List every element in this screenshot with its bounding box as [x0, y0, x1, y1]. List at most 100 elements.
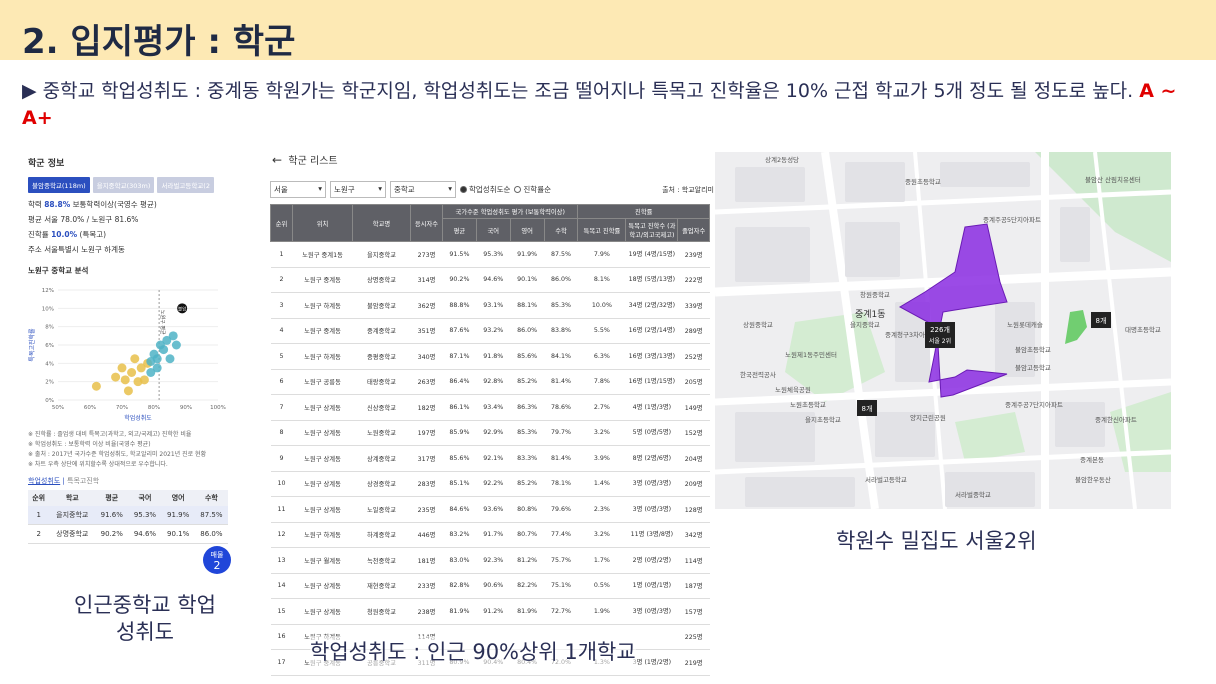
place-label: 노원롯데캐슬	[1007, 320, 1043, 329]
source-label: 출처 : 학교알리미	[662, 185, 714, 194]
academy-map[interactable]: 불암산 산림치유센터 상계2동성당 중계주공5단지아파트 중계청구3차아파트 중…	[715, 152, 1171, 509]
table-row[interactable]: 1 노원구 중계1동 을지중학교 273명 91.5% 95.3% 91.9% 87.5% 7.…	[270, 241, 710, 268]
table-cell: 79.7%	[544, 420, 578, 446]
table-row[interactable]: 2 상명중학교 90.2% 94.6% 90.1% 86.0%	[28, 524, 228, 544]
data-point	[120, 375, 130, 385]
table-cell: 88.8%	[442, 292, 477, 319]
col-header: 평균	[95, 490, 129, 506]
table-row[interactable]: 7 노원구 상계동 신상중학교 182명 86.1% 93.4% 86.3% 78.6% 2.7…	[270, 394, 710, 421]
col-header: 특목고 진학수 (과학고/외고국제고)	[625, 218, 679, 242]
table-cell: 78.1%	[544, 471, 578, 497]
cell: 91.9%	[161, 506, 195, 525]
radio-achievement[interactable]: 학업성취도순	[460, 184, 510, 195]
table-cell: 289명	[677, 318, 710, 344]
table-row[interactable]: 6 노원구 공릉동 태랑중학교 263명 86.4% 92.8% 85.2% 81.4% 7.8…	[270, 369, 710, 395]
table-cell: 204명	[677, 445, 710, 472]
stat-row: 평균 서울 78.0% / 노원구 81.6%	[28, 214, 243, 225]
marker-226[interactable]: 226개 서울 2위	[925, 322, 955, 348]
school-tabs: 불암중학교(118m) 을지중학교(303m) 서라벌고등학교(2	[28, 177, 243, 193]
table-cell: 노일중학교	[352, 496, 411, 523]
school-type-select[interactable]: 중학교 ▾	[390, 181, 456, 198]
academy-area-small[interactable]	[1065, 310, 1087, 344]
filters: 서울 ▾ 노원구 ▾ 중학교 ▾ 학업성취도순 진학률순 출처 : 학교알리미	[270, 181, 714, 198]
note: ※ 학업성취도 : 보통학력 이상 비율(국영수 평균)	[28, 441, 151, 448]
school-table: 순위 위치 학교명 응시자수 국가수준 학업성취도 평가 (보통학력이상) 진학…	[270, 204, 710, 676]
tab-achievement[interactable]: 학업성취도	[28, 477, 60, 485]
table-cell: 하계중학교	[352, 522, 411, 548]
place-label: 중계주공5단지아파트	[983, 215, 1041, 224]
table-row[interactable]: 5 노원구 하계동 중평중학교 340명 87.1% 91.8% 85.6% 84.1% 6.3…	[270, 343, 710, 370]
table-cell: 91.5%	[442, 241, 477, 268]
table-row[interactable]: 12 노원구 하계동 하계중학교 446명 83.2% 91.7% 80.7% 77.4% 3.…	[270, 522, 710, 548]
cell: 86.0%	[194, 524, 228, 544]
park-area	[955, 412, 1025, 462]
x-axis-label: 학업성취도	[124, 414, 152, 422]
mini-table-header: 순위 학교 평균 국어 영어 수학	[28, 490, 228, 506]
table-row[interactable]: 13 노원구 월계동 녹천중학교 181명 83.0% 92.3% 81.2% 75.7% 1.…	[270, 547, 710, 574]
table-cell: 11명 (3명/8명)	[625, 522, 678, 548]
stat-detail: (특목고)	[79, 230, 107, 239]
table-row[interactable]: 4 노원구 중계동 중계중학교 351명 87.6% 93.2% 86.0% 83.8% 5.5…	[270, 318, 710, 344]
table-row[interactable]: 14 노원구 상계동 재현중학교 233명 82.8% 90.6% 82.2% 75.1% 0.…	[270, 573, 710, 599]
table-cell: 1.7%	[577, 547, 626, 574]
col-header: 국어	[128, 490, 162, 506]
stat-detail: 서울특별시 노원구 하계동	[44, 245, 125, 254]
table-cell: 노원구 상계동	[292, 445, 353, 472]
marker-8-east[interactable]: 8개	[1091, 312, 1111, 328]
table-cell: 351명	[410, 318, 443, 344]
badge-count: 2	[213, 559, 221, 572]
table-row[interactable]: 11 노원구 상계동 노일중학교 235명 84.6% 93.6% 80.8% 79.6% 2.…	[270, 496, 710, 523]
scatter-chart: 0% 2% 4% 6% 8% 10% 12% 50% 60% 70% 80% 90% 100% 노원구 평…	[28, 284, 228, 424]
table-row[interactable]: 15 노원구 상계동 청원중학교 238명 81.9% 91.2% 81.9% 72.7% 1.…	[270, 598, 710, 625]
table-cell: 222명	[677, 267, 710, 293]
col-header: 위치	[292, 204, 353, 242]
stat-detail: 보통학력이상(국영수 평균)	[72, 200, 157, 209]
table-row[interactable]: 8 노원구 상계동 노원중학교 197명 85.9% 92.9% 85.3% 79.7% 3.2…	[270, 420, 710, 446]
x-tick-label: 100%	[210, 405, 226, 411]
data-point	[152, 363, 162, 373]
radio-label: 학업성취도순	[469, 185, 511, 194]
marker-8-south[interactable]: 8개	[857, 400, 877, 416]
back-arrow-icon[interactable]: ←	[272, 153, 282, 167]
col-header: 평균	[442, 218, 477, 242]
table-cell: 239명	[677, 241, 710, 268]
table-row[interactable]: 9 노원구 상계동 상계중학교 317명 85.6% 92.1% 83.3% 81.4% 3.9…	[270, 445, 710, 472]
table-row[interactable]: 10 노원구 상계동 상경중학교 283명 85.1% 92.2% 85.2% 78.1% 1.…	[270, 471, 710, 497]
y-tick-label: 0%	[45, 398, 54, 404]
table-cell: 7.8%	[577, 369, 626, 395]
table-cell: 187명	[677, 573, 710, 599]
table-cell: 92.1%	[476, 445, 511, 472]
table-cell: 86.1%	[442, 394, 477, 421]
school-list-panel: ← 학군 리스트 서울 ▾ 노원구 ▾ 중학교 ▾ 학업성취도순 진학률순 출처 : …	[270, 152, 714, 684]
stat-label: 진학률	[28, 230, 49, 239]
table-cell: 182명	[410, 394, 443, 421]
listing-badge[interactable]: 매물 2	[203, 546, 231, 574]
tab-school-2[interactable]: 을지중학교(303m)	[92, 177, 155, 193]
table-cell: 95.3%	[476, 241, 511, 268]
district-select[interactable]: 노원구 ▾	[330, 181, 386, 198]
table-row[interactable]: 2 노원구 중계동 상명중학교 314명 90.2% 94.6% 90.1% 86.0% 8.1…	[270, 267, 710, 293]
tab-school-3[interactable]: 서라벌고등학교(2	[157, 177, 214, 193]
radio-admission[interactable]: 진학률순	[514, 184, 551, 195]
col-header: 국어	[475, 218, 511, 242]
cell: 90.2%	[95, 524, 129, 544]
col-header: 진학률	[577, 204, 710, 219]
table-cell: 362명	[410, 292, 443, 319]
marker-sub: 서울 2위	[929, 337, 951, 345]
table-cell: 노원구 상계동	[292, 471, 353, 497]
data-point	[139, 375, 149, 385]
data-point	[111, 372, 121, 382]
data-point	[130, 354, 140, 364]
table-row[interactable]: 1 을지중학교 91.6% 95.3% 91.9% 87.5%	[28, 506, 228, 525]
region-select[interactable]: 서울 ▾	[270, 181, 326, 198]
table-cell: 노원구 상계동	[292, 598, 353, 625]
table-cell: 3명 (0명/3명)	[625, 496, 678, 523]
stat-row: 학력 88.8% 보통학력이상(국영수 평균)	[28, 199, 243, 210]
table-cell: 94.6%	[476, 267, 511, 293]
tab-school-1[interactable]: 불암중학교(118m)	[28, 177, 90, 193]
table-cell: 불암중학교	[352, 292, 411, 319]
table-cell: 16명 (2명/14명)	[625, 318, 678, 344]
table-cell: 75.7%	[544, 547, 578, 574]
table-row[interactable]: 3 노원구 하계동 불암중학교 362명 88.8% 93.1% 88.1% 85.3% 10.…	[270, 292, 710, 319]
tab-special-school[interactable]: 특목고진학	[67, 477, 99, 485]
